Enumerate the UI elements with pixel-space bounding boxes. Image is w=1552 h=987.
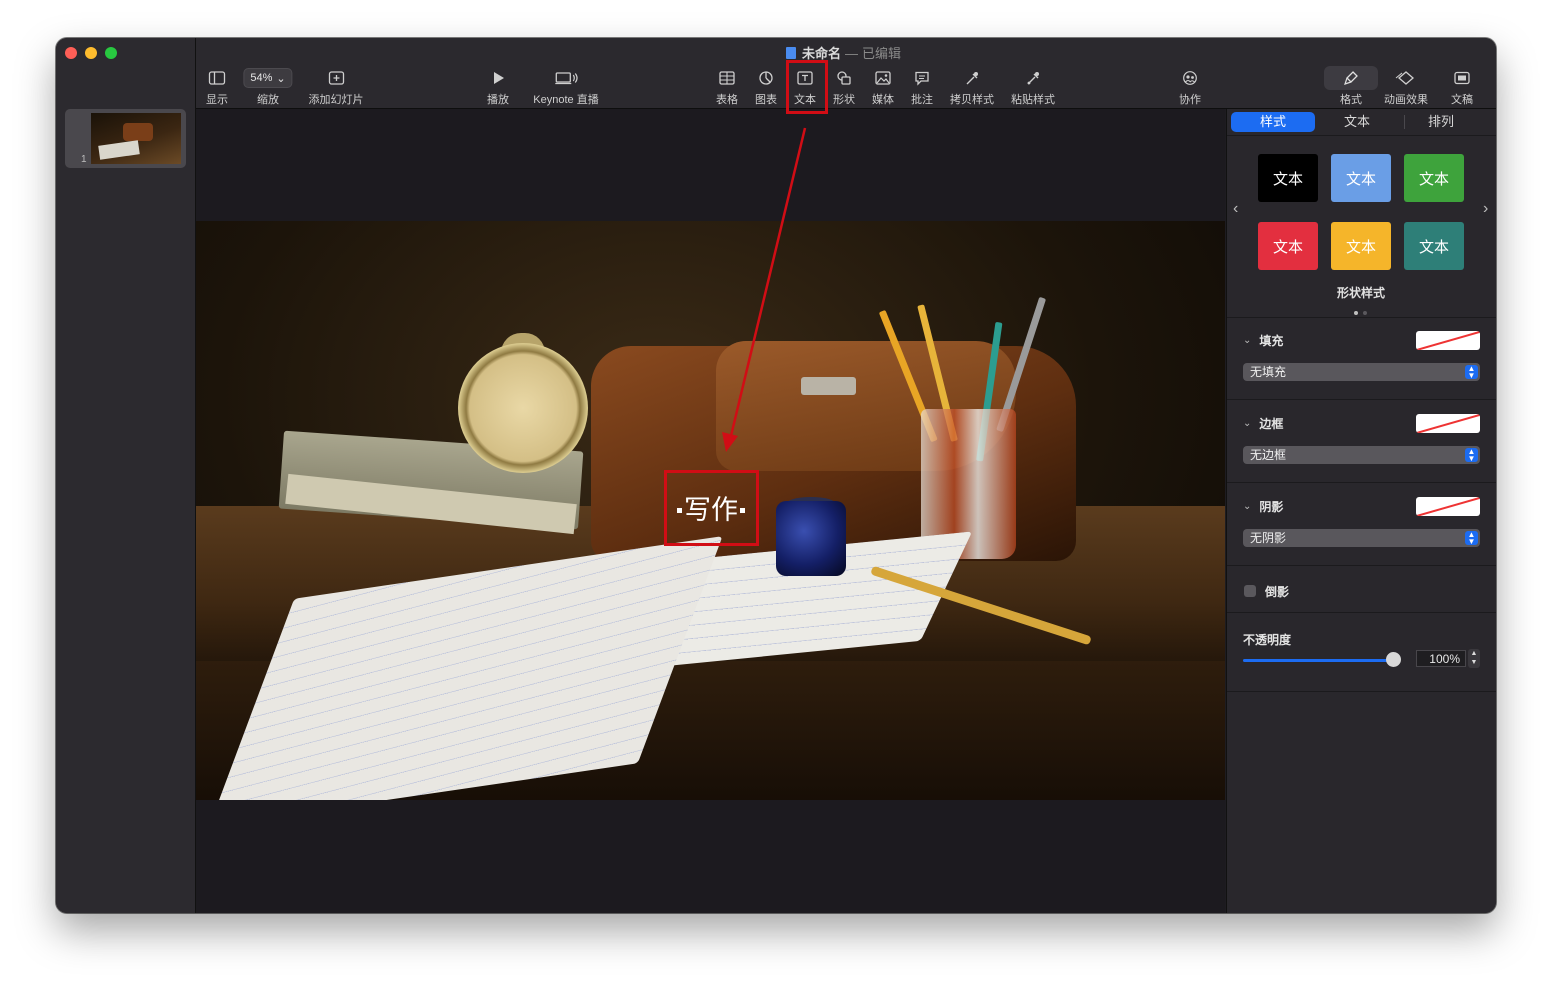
document-icon: [786, 47, 796, 59]
updown-arrows-icon: ▲ ▼: [1465, 448, 1478, 463]
view-button[interactable]: 显示: [206, 68, 228, 107]
reflection-checkbox[interactable]: [1244, 585, 1256, 597]
eyedropper-fill-icon: [1011, 68, 1055, 88]
document-button[interactable]: 文稿: [1451, 68, 1473, 107]
tab-arrange[interactable]: 排列: [1399, 112, 1483, 132]
opacity-stepper[interactable]: ▲ ▼: [1468, 649, 1480, 668]
photo-icon: [872, 68, 894, 88]
close-window-button[interactable]: [65, 47, 77, 59]
tab-text[interactable]: 文本: [1315, 112, 1399, 132]
style-swatch-blue[interactable]: 文本: [1331, 154, 1391, 202]
media-button[interactable]: 媒体: [872, 68, 894, 107]
opacity-slider[interactable]: [1243, 659, 1393, 662]
live-broadcast-icon: [533, 68, 598, 88]
zoom-dropdown[interactable]: 54% ⌄: [243, 68, 293, 88]
tab-style[interactable]: 样式: [1231, 112, 1315, 132]
document-title[interactable]: 未命名: [802, 46, 841, 61]
table-icon: [716, 68, 738, 88]
reflection-label: 倒影: [1265, 585, 1290, 599]
collaborate-button[interactable]: 协作: [1179, 68, 1201, 107]
play-icon: [487, 68, 509, 88]
eyedropper-icon: [950, 68, 994, 88]
annotation-highlight-text-box: [664, 470, 759, 546]
minimize-window-button[interactable]: [85, 47, 97, 59]
fill-color-well[interactable]: [1416, 331, 1480, 350]
paintbrush-icon: [1340, 68, 1362, 88]
updown-arrows-icon: ▲ ▼: [1465, 365, 1478, 380]
zoom-window-button[interactable]: [105, 47, 117, 59]
play-button[interactable]: 播放: [487, 68, 509, 107]
inspector-tabs: 样式 文本 排列: [1231, 112, 1483, 132]
border-section-header[interactable]: ⌄ 边框: [1243, 415, 1283, 432]
comment-button[interactable]: 批注: [911, 68, 933, 107]
paste-style-button[interactable]: 粘贴样式: [1011, 68, 1055, 107]
fill-popup[interactable]: 无填充 ▲ ▼: [1243, 363, 1480, 381]
style-swatch-green[interactable]: 文本: [1404, 154, 1464, 202]
toolbar: 未命名 — 已编辑 显示 54% ⌄ 缩放 添加幻灯片 播放 Keynote 直…: [196, 38, 1496, 109]
shadow-color-well[interactable]: [1416, 497, 1480, 516]
chevron-down-icon: ⌄: [1243, 501, 1252, 512]
chevron-left-icon[interactable]: ‹: [1233, 200, 1238, 218]
keynote-live-button[interactable]: Keynote 直播: [533, 68, 599, 107]
add-slide-icon: [309, 68, 364, 88]
comment-icon: [911, 68, 933, 88]
chevron-down-icon: ⌄: [1243, 335, 1252, 346]
ink-bottle-image: [776, 501, 846, 576]
border-popup[interactable]: 无边框 ▲ ▼: [1243, 446, 1480, 464]
chevron-down-icon: ⌄: [1243, 418, 1252, 429]
zoom-control[interactable]: 54% ⌄ 缩放: [243, 68, 293, 107]
chevron-down-icon: ⌄: [276, 72, 286, 85]
shadow-section-header[interactable]: ⌄ 阴影: [1243, 498, 1283, 515]
sidebar-icon: [206, 68, 228, 88]
slide-number: 1: [81, 154, 87, 165]
style-swatch-black[interactable]: 文本: [1258, 154, 1318, 202]
border-color-well[interactable]: [1416, 414, 1480, 433]
shape-button[interactable]: 形状: [833, 68, 855, 107]
slide-navigator: 1: [56, 38, 196, 913]
updown-arrows-icon: ▲ ▼: [1465, 531, 1478, 546]
chevron-right-icon[interactable]: ›: [1483, 200, 1488, 218]
style-swatch-teal[interactable]: 文本: [1404, 222, 1464, 270]
shape-styles-label: 形状样式: [1336, 286, 1385, 300]
opacity-label: 不透明度: [1243, 633, 1292, 647]
format-button[interactable]: 格式: [1340, 68, 1362, 107]
alarm-clock-image: [458, 343, 588, 473]
table-button[interactable]: 表格: [716, 68, 738, 107]
pie-chart-icon: [755, 68, 777, 88]
document-status: 已编辑: [862, 46, 902, 61]
fill-section-header[interactable]: ⌄ 填充: [1243, 332, 1283, 349]
copy-style-button[interactable]: 拷贝样式: [950, 68, 994, 107]
opacity-slider-knob[interactable]: [1386, 652, 1401, 667]
document-setup-icon: [1451, 68, 1473, 88]
opacity-field[interactable]: 100%: [1416, 650, 1466, 667]
shape-icon: [833, 68, 855, 88]
add-slide-button[interactable]: 添加幻灯片: [309, 68, 364, 107]
annotation-highlight-text-button: [786, 60, 828, 114]
shadow-popup[interactable]: 无阴影 ▲ ▼: [1243, 529, 1480, 547]
animate-button[interactable]: 动画效果: [1384, 68, 1428, 107]
style-swatch-red[interactable]: 文本: [1258, 222, 1318, 270]
diamond-icon: [1384, 68, 1428, 88]
slide-thumbnail-image: [91, 113, 181, 164]
style-swatch-yellow[interactable]: 文本: [1331, 222, 1391, 270]
keynote-window: 1 未命名 — 已编辑 显示 54% ⌄ 缩放 添加幻灯片 播放 Keynote…: [56, 38, 1496, 913]
format-inspector: 样式 文本 排列 ‹ › 文本 文本 文本 文本 文本 文本 形状样式 ⌄ 填充 …: [1226, 109, 1496, 913]
collaborate-icon: [1179, 68, 1201, 88]
chart-button[interactable]: 图表: [755, 68, 777, 107]
